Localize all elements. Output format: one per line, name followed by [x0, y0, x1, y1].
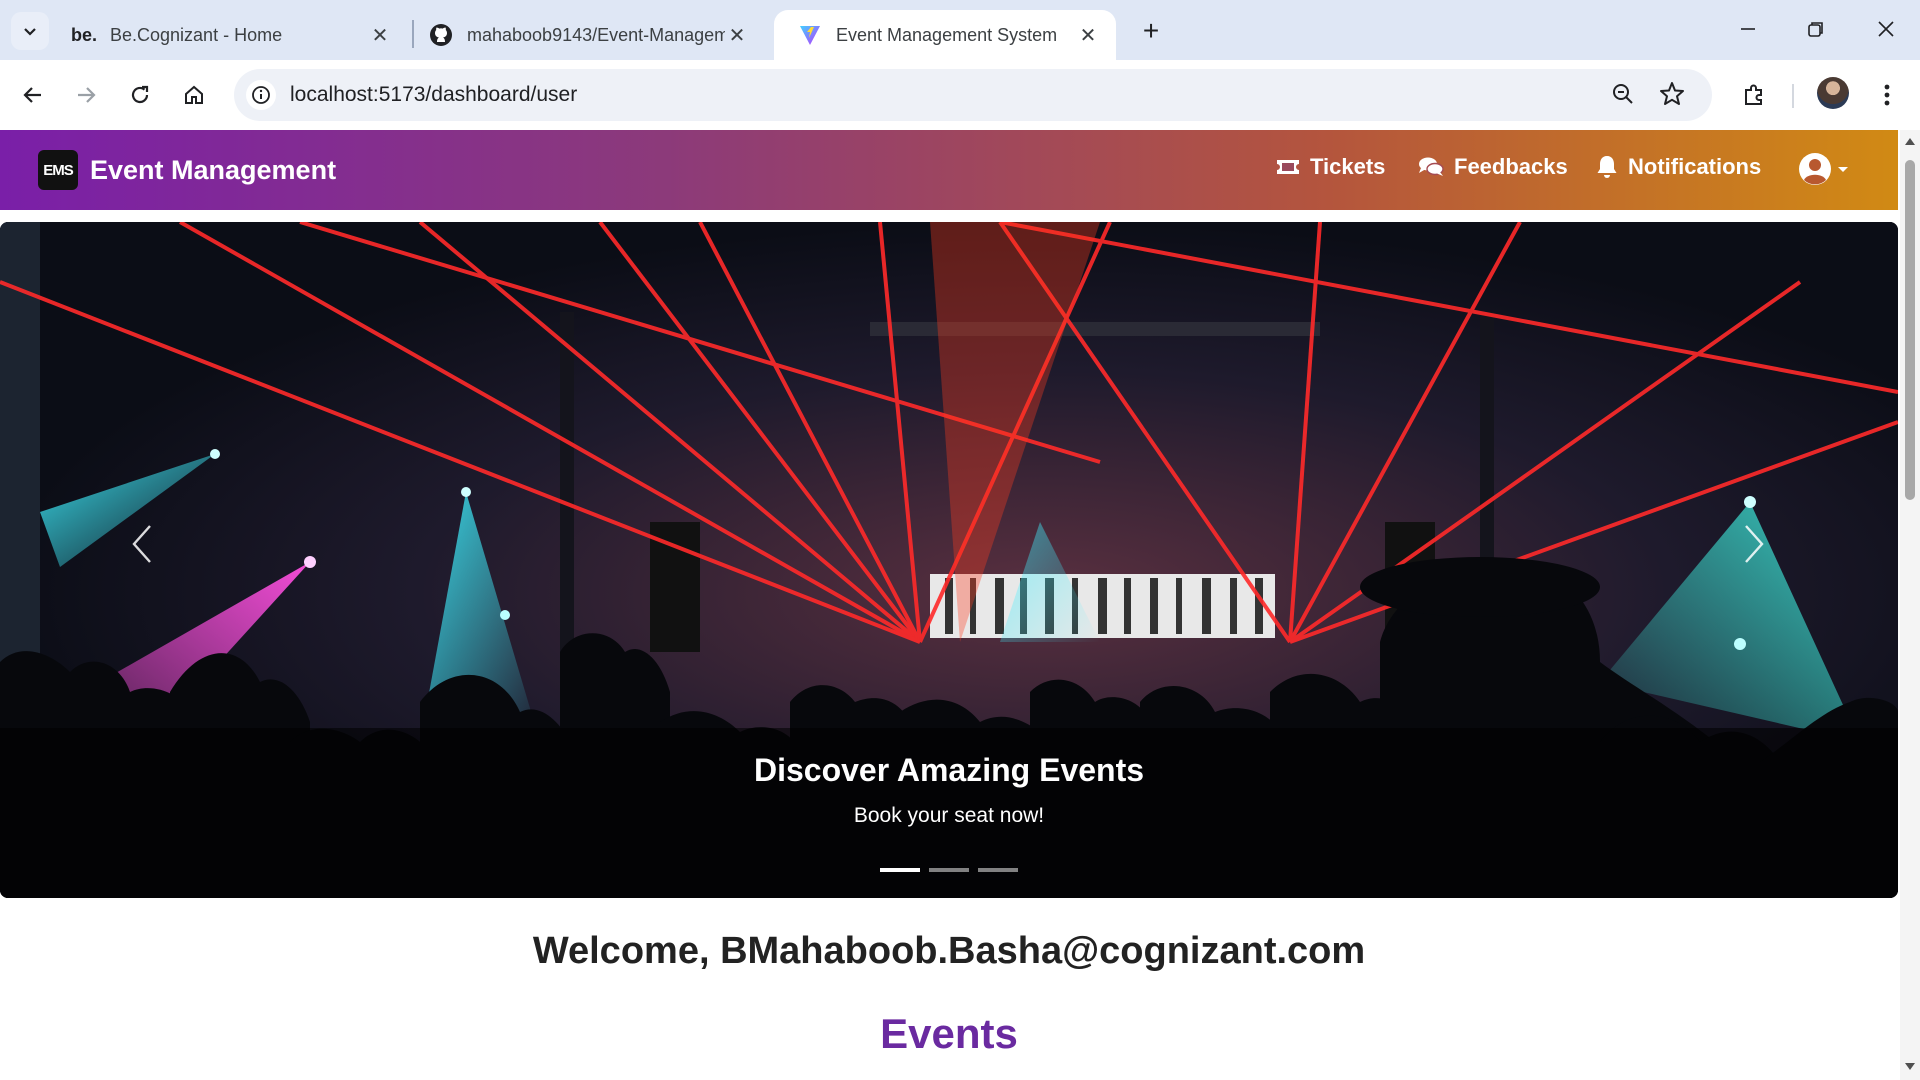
app-navbar: EMS Event Management Tickets Feedbacks N…: [0, 130, 1898, 210]
scrollbar-thumb[interactable]: [1905, 160, 1915, 500]
events-heading: Events: [880, 1010, 1018, 1057]
toolbar-divider: [1792, 84, 1794, 108]
page-scrollbar[interactable]: [1900, 130, 1920, 1080]
new-tab-button[interactable]: +: [1134, 14, 1168, 48]
bell-icon: [1597, 156, 1617, 178]
puzzle-icon: [1745, 84, 1762, 105]
close-tab-icon[interactable]: ✕: [1076, 23, 1100, 47]
user-circle-icon: [1799, 153, 1831, 185]
brand-name: Event Management: [90, 154, 337, 185]
chevron-left-icon: [132, 525, 151, 563]
page-content: EMS Event Management Tickets Feedbacks N…: [0, 130, 1900, 1080]
home-icon: [185, 85, 203, 104]
forward-button[interactable]: [67, 76, 105, 114]
browser-toolbar: localhost:5173/dashboard/user: [0, 60, 1920, 130]
reload-icon: [131, 85, 149, 104]
address-bar[interactable]: localhost:5173/dashboard/user: [234, 69, 1712, 121]
tab-title: Event Management System: [836, 24, 1058, 45]
comments-icon: [1419, 157, 1444, 176]
profile-avatar[interactable]: [1817, 77, 1849, 109]
tab-event-management[interactable]: Event Management System ✕: [774, 10, 1116, 60]
close-window-button[interactable]: [1862, 10, 1910, 48]
site-info-icon[interactable]: [246, 80, 276, 110]
tab-title: mahaboob9143/Event-Management: [467, 24, 725, 45]
chevron-right-icon: [1745, 525, 1764, 563]
becognizant-favicon: be.: [71, 24, 98, 45]
home-button[interactable]: [175, 76, 213, 114]
reload-button[interactable]: [121, 76, 159, 114]
caret-down-icon: [1838, 167, 1848, 172]
nav-notifications[interactable]: Notifications: [1596, 154, 1761, 180]
arrow-right-icon: [78, 87, 96, 103]
tab-title: Be.Cognizant - Home: [110, 24, 283, 45]
close-tab-icon[interactable]: ✕: [725, 23, 749, 47]
carousel-indicator-3[interactable]: [978, 868, 1018, 872]
tab-github[interactable]: mahaboob9143/Event-Management ✕: [405, 10, 765, 60]
close-icon: [1878, 21, 1894, 37]
nav-feedbacks[interactable]: Feedbacks: [1418, 154, 1568, 180]
browser-menu-button[interactable]: [1868, 76, 1906, 114]
tab-search-button[interactable]: [11, 12, 49, 50]
restore-button[interactable]: [1792, 10, 1840, 48]
nav-tickets[interactable]: Tickets: [1276, 154, 1385, 180]
carousel-title: Discover Amazing Events: [753, 752, 1145, 788]
vite-icon: [798, 23, 822, 47]
carousel-indicator-2[interactable]: [929, 868, 969, 872]
nav-tickets-label: Tickets: [1310, 154, 1386, 179]
carousel-indicator-1[interactable]: [880, 868, 920, 872]
browser-tab-strip: be. Be.Cognizant - Home ✕ mahaboob9143/E…: [0, 0, 1920, 60]
carousel-prev-button[interactable]: [112, 514, 172, 574]
bookmark-star-icon[interactable]: [1658, 80, 1686, 113]
ticket-icon: [1277, 160, 1299, 174]
tab-becognizant[interactable]: be. Be.Cognizant - Home ✕: [48, 10, 408, 60]
close-tab-icon[interactable]: ✕: [368, 23, 392, 47]
minimize-button[interactable]: [1724, 10, 1772, 48]
arrow-left-icon: [23, 87, 41, 103]
more-vertical-icon: [1884, 84, 1890, 106]
back-button[interactable]: [14, 76, 52, 114]
nav-notifications-label: Notifications: [1628, 154, 1762, 179]
minimize-icon: [1741, 28, 1755, 30]
profile-dropdown-toggle[interactable]: [1798, 152, 1850, 186]
ems-logo: EMS: [38, 150, 78, 190]
github-icon: [429, 23, 453, 47]
scroll-up-arrow-icon[interactable]: [1904, 136, 1916, 146]
restore-icon: [1808, 22, 1823, 37]
hero-carousel: Discover Amazing Events Book your seat n…: [0, 222, 1898, 898]
extensions-button[interactable]: [1735, 76, 1773, 114]
scroll-down-arrow-icon[interactable]: [1904, 1062, 1916, 1072]
chevron-down-icon: [24, 28, 36, 36]
url-text[interactable]: localhost:5173/dashboard/user: [290, 83, 577, 107]
zoom-icon[interactable]: [1610, 81, 1636, 112]
welcome-message: Welcome, BMahaboob.Basha@cognizant.com: [532, 930, 1366, 972]
brand-link[interactable]: EMS Event Management: [38, 150, 336, 190]
carousel-subtitle: Book your seat now!: [853, 804, 1045, 827]
nav-feedbacks-label: Feedbacks: [1454, 154, 1568, 179]
carousel-next-button[interactable]: [1724, 514, 1784, 574]
carousel-indicators: [880, 868, 1027, 872]
